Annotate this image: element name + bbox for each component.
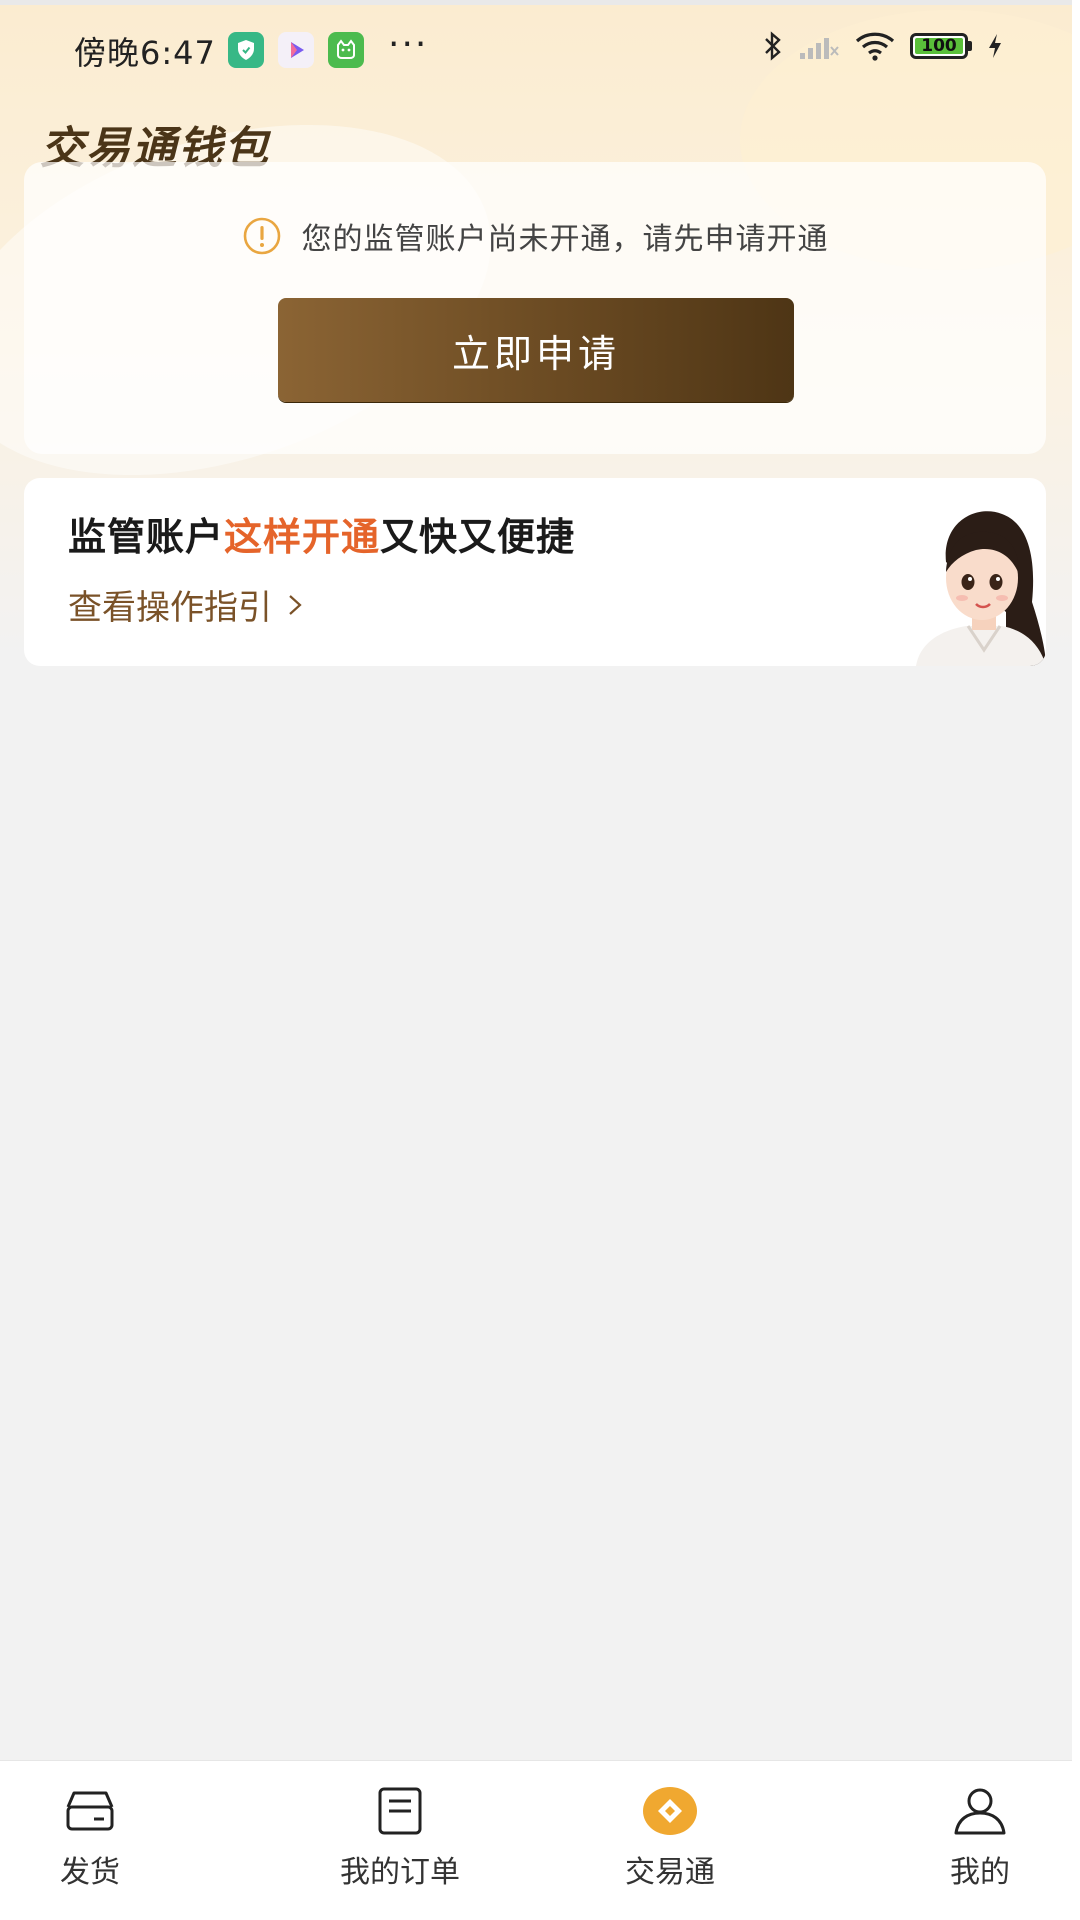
guide-title-highlight: 这样开通 — [224, 515, 381, 559]
chevron-right-icon — [289, 594, 302, 615]
cellular-signal-icon — [800, 38, 839, 59]
tab-my-orders-label: 我的订单 — [340, 1855, 460, 1890]
tab-jiaoyitong[interactable]: 交易通 — [570, 1785, 770, 1895]
app-screen: 傍晚6:47 ··· 100 交易通钱包 您的监管账户尚未开通，请先申请开通 立… — [0, 0, 1080, 1920]
video-app-icon — [278, 32, 314, 68]
notice-row: 您的监管账户尚未开通，请先申请开通 — [24, 214, 1046, 258]
battery-indicator: 100 — [910, 33, 972, 59]
account-notice-card: 您的监管账户尚未开通，请先申请开通 立即申请 — [24, 162, 1046, 454]
truck-card-icon — [66, 1791, 114, 1831]
guide-title-suffix: 又快又便捷 — [380, 515, 576, 559]
status-indicators: 100 — [762, 30, 1004, 62]
guide-banner[interactable]: 监管账户这样开通又快又便捷 查看操作指引 — [24, 478, 1046, 666]
tab-ship[interactable]: 发货 — [0, 1785, 190, 1895]
order-list-icon — [378, 1787, 422, 1835]
bluetooth-icon — [765, 31, 781, 61]
more-notifications-icon: ··· — [388, 24, 429, 65]
charging-icon — [989, 34, 1001, 58]
view-guide-link[interactable]: 查看操作指引 — [68, 580, 306, 629]
bottom-tab-bar: 发货 我的订单 交易通 我的 — [0, 1760, 1072, 1920]
tab-ship-label: 发货 — [60, 1855, 120, 1890]
status-bar: 傍晚6:47 ··· 100 — [0, 18, 1080, 78]
view-guide-label: 查看操作指引 — [68, 588, 272, 628]
tab-me[interactable]: 我的 — [880, 1785, 1080, 1895]
tab-me-label: 我的 — [950, 1855, 1010, 1890]
tab-jiaoyitong-label: 交易通 — [625, 1855, 715, 1890]
apply-now-button[interactable]: 立即申请 — [278, 298, 794, 402]
user-icon — [954, 1788, 1006, 1835]
wifi-icon — [855, 32, 895, 61]
screen-edge — [1072, 0, 1080, 1920]
warning-icon — [243, 217, 280, 255]
tab-my-orders[interactable]: 我的订单 — [300, 1785, 500, 1895]
shield-app-icon — [228, 32, 264, 68]
battery-level: 100 — [915, 36, 963, 56]
guide-title-prefix: 监管账户 — [68, 515, 225, 559]
diamond-coin-icon — [643, 1787, 697, 1835]
cat-app-icon — [328, 32, 364, 68]
status-time: 傍晚6:47 — [74, 34, 216, 72]
top-divider — [0, 0, 1080, 5]
notice-message: 您的监管账户尚未开通，请先申请开通 — [301, 222, 829, 257]
guide-title: 监管账户这样开通又快又便捷 — [68, 506, 575, 561]
assistant-avatar — [916, 511, 1046, 666]
